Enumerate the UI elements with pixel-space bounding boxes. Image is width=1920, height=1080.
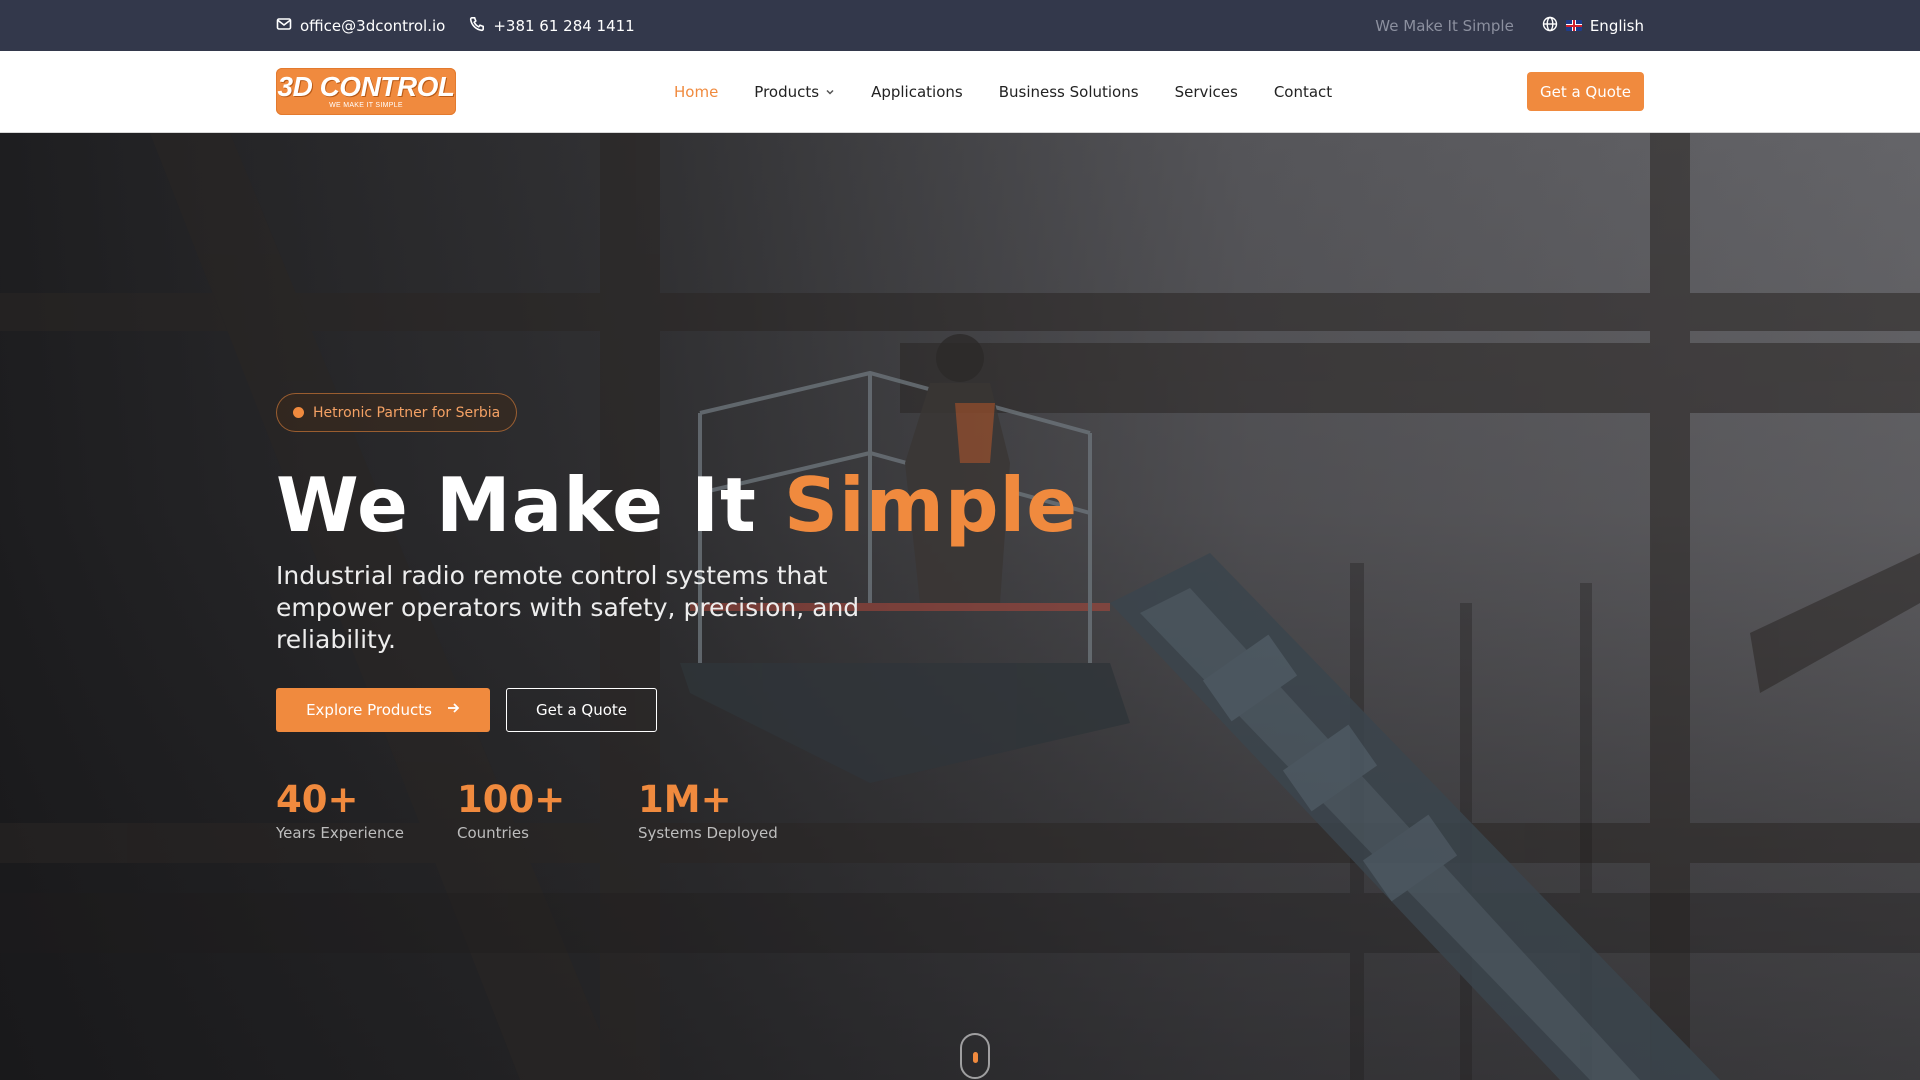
chevron-down-icon: [825, 83, 835, 101]
stat-value: 1M+: [638, 778, 732, 821]
hero-headline: We Make It Simple: [276, 459, 1078, 551]
stat-systems: 1M+ Systems Deployed: [638, 778, 778, 842]
site-logo[interactable]: 3D CONTROL WE MAKE IT SIMPLE: [276, 68, 456, 115]
stat-value: 100+: [457, 778, 566, 821]
nav-item-business-solutions[interactable]: Business Solutions: [999, 83, 1139, 101]
top-bar: office@3dcontrol.io +381 61 284 1411 We …: [0, 0, 1920, 51]
mouse-wheel-icon: [973, 1052, 978, 1063]
stat-label: Years Experience: [276, 824, 404, 842]
explore-products-label: Explore Products: [306, 701, 432, 719]
email-contact[interactable]: office@3dcontrol.io: [276, 16, 445, 36]
main-navigation: 3D CONTROL WE MAKE IT SIMPLE Home Produc…: [0, 51, 1920, 133]
badge-dot-icon: [293, 407, 304, 418]
partner-badge: Hetronic Partner for Serbia: [276, 393, 518, 432]
get-quote-nav-button[interactable]: Get a Quote: [1527, 72, 1644, 111]
topbar-tagline: We Make It Simple: [1375, 16, 1514, 35]
stat-countries: 100+ Countries: [457, 778, 565, 842]
hero-section: Hetronic Partner for Serbia We Make It S…: [0, 133, 1920, 1080]
email-text: office@3dcontrol.io: [300, 16, 446, 35]
logo-text: 3D CONTROL: [277, 71, 456, 102]
phone-text: +381 61 284 1411: [493, 16, 635, 35]
stat-value: 40+: [276, 778, 359, 821]
logo-subtext: WE MAKE IT SIMPLE: [329, 102, 403, 109]
headline-main: We Make It: [276, 461, 757, 549]
explore-products-button[interactable]: Explore Products: [276, 688, 490, 732]
stat-label: Countries: [457, 824, 529, 842]
arrow-right-icon: [446, 701, 460, 719]
stat-years: 40+ Years Experience: [276, 778, 404, 842]
nav-menu: Home Products Applications Business Solu…: [674, 83, 1368, 101]
nav-item-services[interactable]: Services: [1175, 83, 1238, 101]
language-selector[interactable]: English: [1542, 16, 1644, 36]
globe-icon: [1542, 16, 1558, 36]
scroll-down-indicator[interactable]: [960, 1033, 990, 1079]
language-label: English: [1589, 16, 1644, 35]
hero-subtext: Industrial radio remote control systems …: [276, 561, 860, 654]
phone-contact[interactable]: +381 61 284 1411: [469, 16, 635, 36]
nav-item-applications[interactable]: Applications: [871, 83, 963, 101]
uk-flag-icon: [1565, 20, 1582, 31]
nav-item-home[interactable]: Home: [674, 83, 718, 101]
phone-icon: [469, 16, 485, 36]
headline-accent: Simple: [784, 461, 1079, 549]
mail-icon: [276, 16, 292, 36]
stat-label: Systems Deployed: [638, 824, 778, 842]
nav-item-label: Products: [754, 82, 820, 101]
badge-text: Hetronic Partner for Serbia: [313, 404, 501, 421]
nav-item-contact[interactable]: Contact: [1274, 83, 1332, 101]
nav-item-products[interactable]: Products: [754, 83, 835, 101]
get-quote-hero-button[interactable]: Get a Quote: [506, 688, 657, 732]
